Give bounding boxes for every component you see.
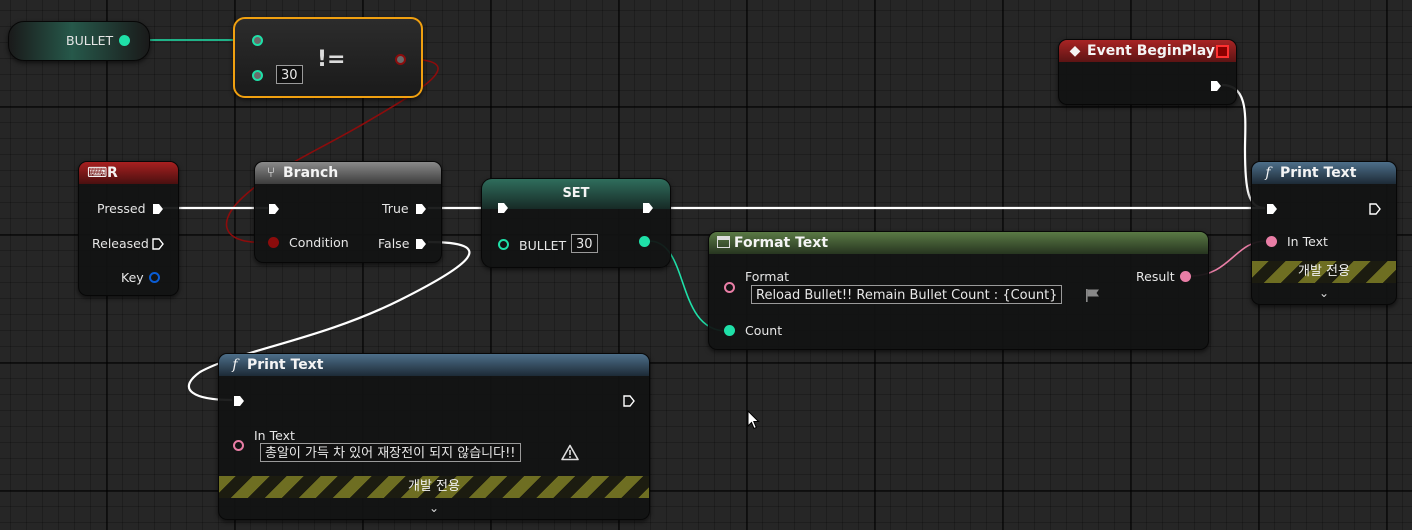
event-beginplay-node[interactable]: ◆ Event BeginPlay [1058,39,1237,105]
chevron-down-icon[interactable]: ⌄ [424,502,444,514]
format-text-title: Format Text [734,235,829,251]
key-struct-pin[interactable] [149,272,160,283]
input-key-r-header: ⌨R [79,162,178,184]
exec-output-pin[interactable] [1210,80,1222,92]
bullet-output-pin[interactable] [119,35,130,46]
delegate-pin-icon[interactable] [1216,45,1229,58]
released-label: Released [92,236,149,251]
format-text-icon [717,236,730,248]
print-text-right-node[interactable]: f Print Text In Text 개발 전용 ⌄ [1251,161,1397,305]
print-bottom-in-text-field[interactable]: 총알이 가득 차 있어 재장전이 되지 않습니다!! [260,443,521,462]
count-input-pin[interactable] [724,325,735,336]
print-bottom-in-text-pin[interactable] [233,440,244,451]
result-output-pin[interactable] [1180,271,1191,282]
set-bullet-value-field[interactable]: 30 [571,234,598,253]
mouse-cursor-icon [747,410,760,430]
branch-exec-input-pin[interactable] [268,203,280,215]
print-text-bottom-title: Print Text [247,357,324,373]
false-exec-pin[interactable] [415,238,427,250]
print-bottom-in-text-label: In Text [254,428,295,443]
print-right-in-text-label: In Text [1287,234,1328,249]
print-bottom-exec-output-pin[interactable] [623,395,635,407]
branch-icon: ⑂ [266,165,276,181]
input-key-r-node[interactable]: ⌨R Pressed Released Key [78,161,179,296]
event-diamond-icon: ◆ [1069,43,1081,59]
format-label: Format [745,269,790,284]
bool-output-pin[interactable] [395,54,406,65]
bullet-variable-label: BULLET [66,33,114,48]
print-bottom-dev-only-banner: 개발 전용 [219,476,649,498]
key-label: Key [121,270,144,285]
set-bullet-output-pin[interactable] [639,236,650,247]
released-exec-pin[interactable] [152,238,164,250]
print-text-right-header: f Print Text [1252,162,1396,184]
warning-icon [561,444,579,461]
event-beginplay-title: Event BeginPlay [1087,43,1215,59]
format-input-pin[interactable] [724,282,735,293]
event-beginplay-header: ◆ Event BeginPlay [1059,40,1236,62]
branch-header: ⑂ Branch [255,162,441,184]
not-equal-symbol: != [317,47,346,72]
condition-pin[interactable] [268,237,279,248]
a-input-pin[interactable] [252,35,263,46]
bullet-variable-node[interactable]: BULLET [8,21,150,61]
print-text-bottom-header: f Print Text [219,354,649,376]
print-text-bottom-node[interactable]: f Print Text In Text 총알이 가득 차 있어 재장전이 되지 … [218,353,650,520]
branch-node[interactable]: ⑂ Branch Condition True False [254,161,442,263]
condition-label: Condition [289,235,349,250]
set-bullet-input-pin[interactable] [498,239,509,250]
function-f-icon: f [1265,165,1271,181]
format-text-node[interactable]: Format Text Format Reload Bullet!! Remai… [708,231,1209,350]
localization-flag-icon[interactable] [1084,287,1101,303]
print-bottom-exec-input-pin[interactable] [233,395,245,407]
keyboard-icon: ⌨ [87,165,108,181]
input-key-r-title: R [107,165,118,181]
pressed-exec-pin[interactable] [152,203,164,215]
b-input-pin[interactable] [252,70,263,81]
function-f-icon: f [232,357,238,373]
set-bullet-label: BULLET [519,238,567,253]
set-exec-output-pin[interactable] [642,202,654,214]
print-right-dev-only-banner: 개발 전용 [1252,261,1396,283]
true-label: True [382,201,409,216]
true-exec-pin[interactable] [415,203,427,215]
print-right-exec-output-pin[interactable] [1369,203,1381,215]
set-variable-node[interactable]: SET BULLET 30 [481,178,671,268]
false-label: False [378,236,410,251]
print-right-exec-input-pin[interactable] [1266,203,1278,215]
format-value-field[interactable]: Reload Bullet!! Remain Bullet Count : {C… [751,285,1063,304]
result-label: Result [1136,269,1175,284]
set-exec-input-pin[interactable] [497,202,509,214]
chevron-down-icon[interactable]: ⌄ [1314,287,1334,299]
print-right-in-text-pin[interactable] [1266,236,1277,247]
print-text-right-title: Print Text [1280,165,1357,181]
pressed-label: Pressed [97,201,146,216]
count-label: Count [745,323,783,338]
format-text-header: Format Text [709,232,1208,254]
branch-title: Branch [283,165,339,181]
not-equal-node[interactable]: 30 != [233,17,423,98]
b-value-field[interactable]: 30 [276,65,303,84]
set-title: SET [562,186,590,201]
